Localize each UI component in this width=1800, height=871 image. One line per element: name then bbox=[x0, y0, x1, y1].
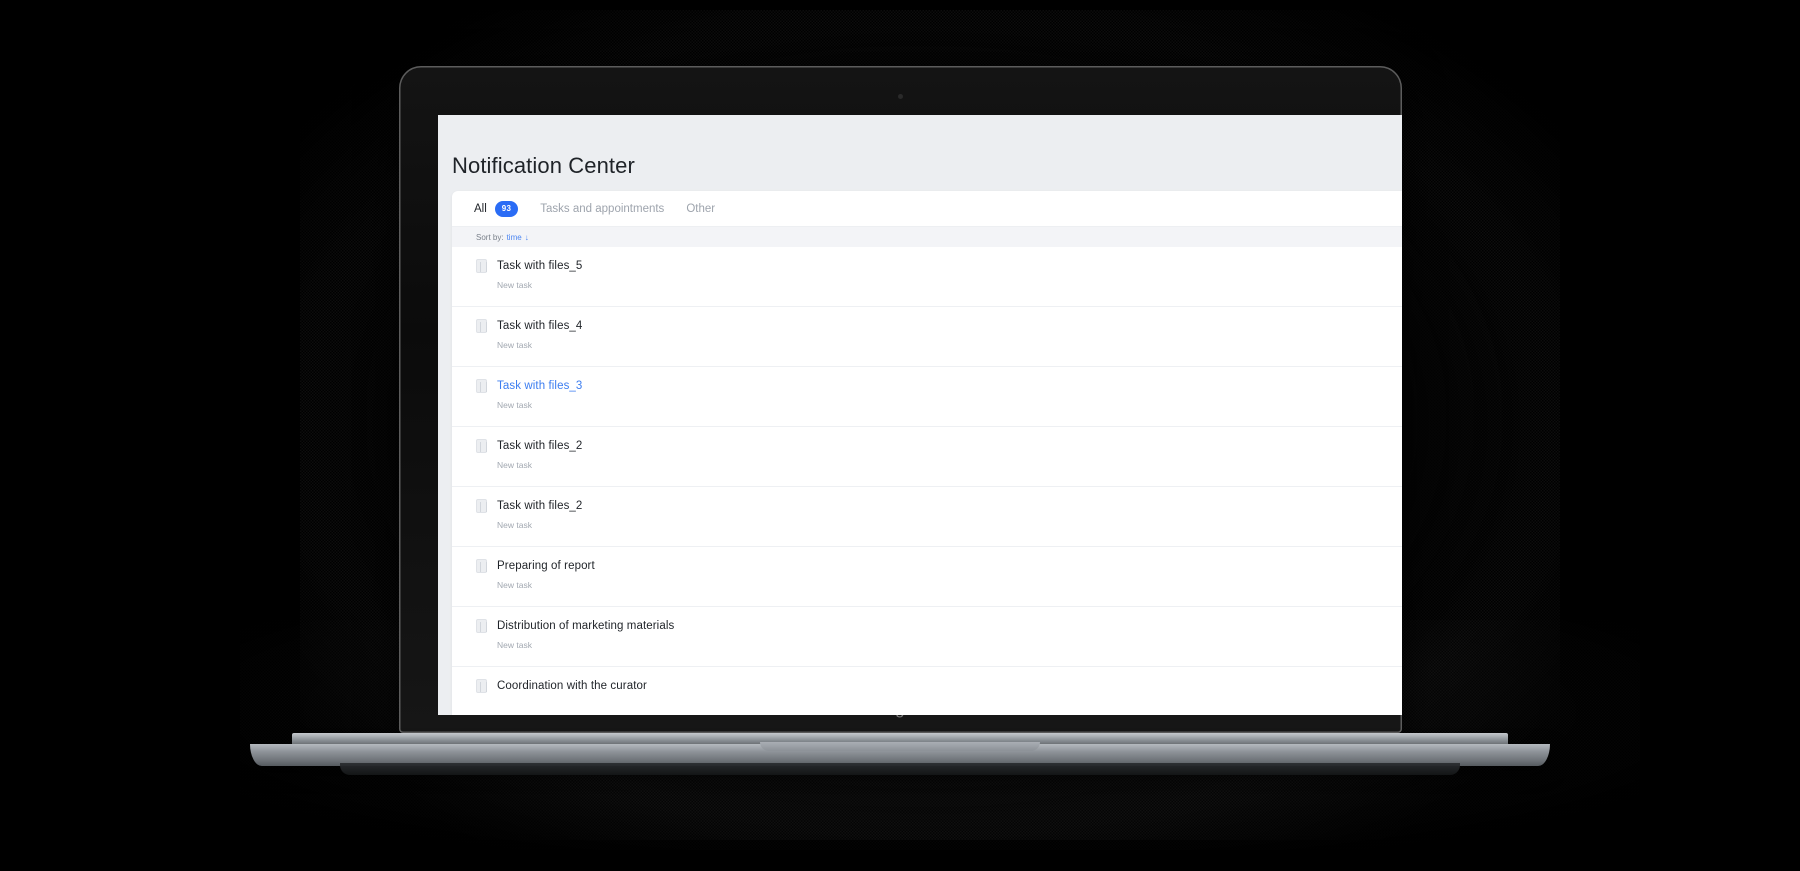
sort-by-label: Sort by: bbox=[476, 232, 504, 242]
row-subtitle: New task bbox=[497, 340, 532, 350]
row-title[interactable]: Coordination with the curator bbox=[497, 680, 647, 692]
row-subtitle: New task bbox=[497, 640, 532, 650]
row-subtitle: New task bbox=[497, 400, 532, 410]
table-row[interactable]: Coordination with the curator bbox=[452, 667, 1402, 715]
laptop-base-shadow bbox=[340, 763, 1460, 775]
table-row[interactable]: Preparing of report New task bbox=[452, 547, 1402, 607]
laptop-base bbox=[250, 733, 1550, 779]
notification-center-app: Notification Center All 93 Tasks and app… bbox=[438, 115, 1402, 715]
row-title[interactable]: Task with files_4 bbox=[497, 320, 582, 332]
row-title[interactable]: Task with files_3 bbox=[497, 380, 582, 392]
sort-bar[interactable]: Sort by: time ↓ bbox=[452, 227, 1402, 247]
row-header: Task with files_2 bbox=[476, 439, 1402, 453]
row-header: Task with files_3 bbox=[476, 379, 1402, 393]
tab-all-label: All bbox=[474, 202, 487, 215]
row-header: Task with files_4 bbox=[476, 319, 1402, 333]
row-header: Task with files_2 bbox=[476, 499, 1402, 513]
tab-tasks-and-appointments[interactable]: Tasks and appointments bbox=[540, 203, 686, 215]
row-subtitle: New task bbox=[497, 460, 532, 470]
page-title: Notification Center bbox=[452, 153, 635, 178]
notifications-card: All 93 Tasks and appointments Other Sort… bbox=[452, 191, 1402, 715]
arrow-down-icon[interactable]: ↓ bbox=[525, 233, 529, 242]
document-icon bbox=[476, 439, 487, 453]
sort-by-value[interactable]: time bbox=[507, 233, 522, 242]
row-subtitle: New task bbox=[497, 520, 532, 530]
table-row[interactable]: Task with files_3 New task bbox=[452, 367, 1402, 427]
tab-all-badge: 93 bbox=[494, 200, 519, 217]
table-row[interactable]: Task with files_2 New task bbox=[452, 427, 1402, 487]
tab-bar: All 93 Tasks and appointments Other bbox=[452, 191, 1402, 227]
row-header: Coordination with the curator bbox=[476, 679, 1402, 693]
document-icon bbox=[476, 679, 487, 693]
row-title[interactable]: Task with files_2 bbox=[497, 440, 582, 452]
row-header: Distribution of marketing materials bbox=[476, 619, 1402, 633]
document-icon bbox=[476, 559, 487, 573]
document-icon bbox=[476, 319, 487, 333]
document-icon bbox=[476, 259, 487, 273]
tab-other[interactable]: Other bbox=[686, 203, 737, 215]
row-subtitle: New task bbox=[497, 280, 532, 290]
row-title[interactable]: Distribution of marketing materials bbox=[497, 620, 674, 632]
table-row[interactable]: Task with files_5 New task bbox=[452, 247, 1402, 307]
row-header: Preparing of report bbox=[476, 559, 1402, 573]
table-row[interactable]: Task with files_2 New task bbox=[452, 487, 1402, 547]
laptop-screen: Notification Center All 93 Tasks and app… bbox=[438, 115, 1402, 715]
tab-all[interactable]: All 93 bbox=[474, 200, 540, 217]
row-title[interactable]: Task with files_2 bbox=[497, 500, 582, 512]
row-title[interactable]: Preparing of report bbox=[497, 560, 595, 572]
row-subtitle: New task bbox=[497, 580, 532, 590]
camera-dot-icon bbox=[898, 94, 903, 99]
row-title[interactable]: Task with files_5 bbox=[497, 260, 582, 272]
screenshot-stage: ChangeThis Notification Center All 93 Ta… bbox=[0, 0, 1800, 871]
tab-other-label: Other bbox=[686, 202, 716, 215]
laptop-base-notch bbox=[760, 742, 1040, 751]
table-row[interactable]: Distribution of marketing materials New … bbox=[452, 607, 1402, 667]
document-icon bbox=[476, 379, 487, 393]
tab-tasks-and-appointments-label: Tasks and appointments bbox=[540, 202, 665, 215]
document-icon bbox=[476, 499, 487, 513]
row-header: Task with files_5 bbox=[476, 259, 1402, 273]
document-icon bbox=[476, 619, 487, 633]
table-row[interactable]: Task with files_4 New task bbox=[452, 307, 1402, 367]
